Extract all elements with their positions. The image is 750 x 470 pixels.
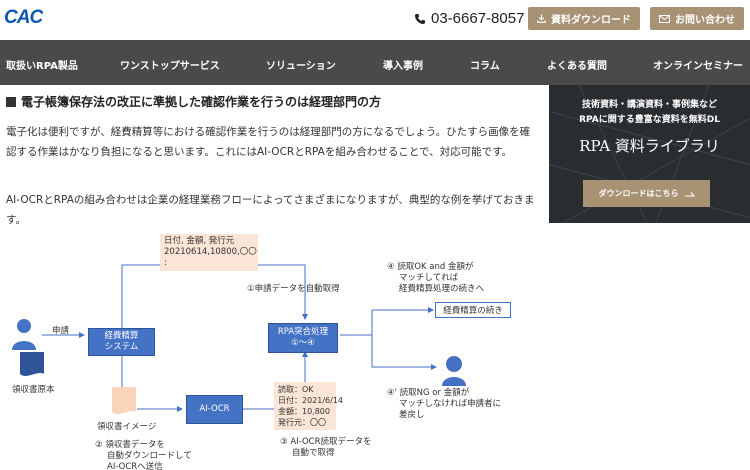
ocr-result-line-4: 発行元：〇〇 (278, 418, 326, 427)
rpa-match-box: RPA突合処理 ①〜④ (268, 323, 338, 353)
paragraph-2: AI-OCRとRPAの組み合わせは企業の経理業務フローによってさまざまになります… (6, 194, 535, 226)
workflow-diagram: 日付, 金額, 発行元 20210614,10800,〇〇 : ①申請データを自… (0, 225, 545, 470)
expense-system-box: 経費精算 システム (88, 328, 155, 356)
banner-button-label: ダウンロードはこちら (598, 189, 679, 198)
ocr-result-line-3: 金額：10,800 (278, 407, 330, 416)
continue-box-text: 経費精算の続き (443, 306, 503, 316)
download-label: 資料ダウンロード (551, 15, 631, 26)
ocr-result-box: 読取：OK 日付：2021/6/14 金額：10,800 発行元：〇〇 (274, 382, 344, 430)
banner-line-1: 技術資料・講演資料・事例集など (581, 100, 717, 110)
step4-line-1: ④ 読取OK and 金額が (387, 262, 474, 272)
contact-button[interactable]: お問い合わせ (650, 7, 744, 30)
rpa-box-line-1: RPA突合処理 (277, 327, 329, 337)
step4-label: ④ 読取OK and 金額が マッチしてれば 経費精算処理の続きへ (387, 262, 484, 295)
nav-item-seminar[interactable]: オンラインセミナー (653, 57, 743, 72)
nav-item-cases[interactable]: 導入事例 (383, 57, 423, 72)
step4b-line-2: マッチしなければ申請者に (399, 399, 502, 409)
download-icon (537, 14, 546, 23)
banner-line-2: RPAに関する豊富な資料を無料DL (579, 115, 720, 125)
receipt-document-icon (20, 352, 44, 376)
site-header: CAC 03-6667-8057 資料ダウンロード お問い合わせ (0, 0, 750, 40)
heading-text: 電子帳簿保存法の改正に準拠した確認作業を行うのは経理部門の方 (21, 95, 382, 109)
phone-number[interactable]: 03-6667-8057 (414, 10, 524, 27)
applicant-person-icon (12, 319, 36, 350)
nav-item-onestop[interactable]: ワンストップサービス (120, 57, 220, 72)
receipt-image-icon (112, 387, 136, 414)
step3-line-2: 自動で取得 (292, 448, 335, 458)
step1-label: ①申請データを自動取得 (247, 284, 340, 294)
receipt-image-label: 領収書イメージ (97, 422, 157, 432)
applicant-return-person-icon (442, 356, 466, 386)
data-sample-line-2: 20210614,10800,〇〇 (164, 247, 257, 257)
contact-label: お問い合わせ (675, 15, 735, 26)
data-sample-line-3: : (164, 258, 167, 268)
library-banner[interactable]: 技術資料・講演資料・事例集など RPAに関する豊富な資料を無料DL RPA 資料… (549, 85, 750, 223)
step2-line-2: 自動ダウンロードして (107, 451, 192, 461)
step3-line-1: ③ AI-OCR読取データを (280, 437, 372, 447)
paragraph-1: 電子化は便利ですが、経費精算等における確認作業を行うのは経理部門の方になるでしょ… (6, 126, 531, 158)
apply-label: 申請 (52, 326, 70, 336)
step2-line-1: ② 領収書データを (95, 440, 165, 450)
nav-item-column[interactable]: コラム (470, 57, 500, 72)
step2-line-3: AI-OCRへ送信 (107, 462, 163, 470)
rpa-box-line-2: ①〜④ (291, 338, 315, 348)
expense-system-line-2: システム (104, 342, 139, 352)
continue-expense-box: 経費精算の続き (435, 302, 511, 318)
banner-title: RPA 資料ライブラリ (579, 137, 720, 155)
data-sample-line-1: 日付, 金額, 発行元 (164, 236, 235, 246)
mail-icon (659, 14, 670, 23)
step3-label: ③ AI-OCR読取データを 自動で取得 (280, 437, 371, 459)
phone-icon (415, 13, 425, 24)
step4-line-3: 経費精算処理の続きへ (399, 284, 485, 294)
receipt-original-label: 領収書原本 (12, 385, 55, 395)
heading-square-icon (6, 96, 16, 107)
step4b-line-3: 差戻し (399, 410, 425, 420)
step4b-label: ④' 読取NG or 金額が マッチしなければ申請者に 差戻し (387, 388, 501, 421)
banner-download-button[interactable]: ダウンロードはこちら (583, 180, 710, 207)
logo-text: CAC (4, 7, 43, 28)
step4-line-2: マッチしてれば (399, 273, 459, 283)
expense-system-line-1: 経費精算 (104, 331, 139, 341)
ocr-result-line-1: 読取：OK (278, 385, 314, 394)
ocr-result-line-2: 日付：2021/6/14 (278, 396, 344, 405)
data-sample-box: 日付, 金額, 発行元 20210614,10800,〇〇 : (160, 234, 258, 271)
nav-item-solutions[interactable]: ソリューション (266, 57, 336, 72)
ai-ocr-label: AI-OCR (199, 404, 230, 414)
download-button[interactable]: 資料ダウンロード (528, 7, 640, 30)
step4b-line-1: ④' 読取NG or 金額が (387, 388, 470, 398)
ai-ocr-box: AI-OCR (186, 395, 243, 424)
arrow-right-icon (684, 191, 695, 196)
main-nav: 取扱いRPA製品 ワンストップサービス ソリューション 導入事例 コラム よくあ… (0, 40, 750, 85)
nav-item-products[interactable]: 取扱いRPA製品 (6, 57, 78, 72)
cac-logo[interactable]: CAC (4, 7, 44, 31)
nav-item-faq[interactable]: よくある質問 (547, 57, 607, 72)
section-heading: 電子帳簿保存法の改正に準拠した確認作業を行うのは経理部門の方 (6, 93, 381, 110)
phone-text: 03-6667-8057 (431, 10, 525, 27)
step2-label: ② 領収書データを 自動ダウンロードして AI-OCRへ送信 (95, 440, 192, 470)
